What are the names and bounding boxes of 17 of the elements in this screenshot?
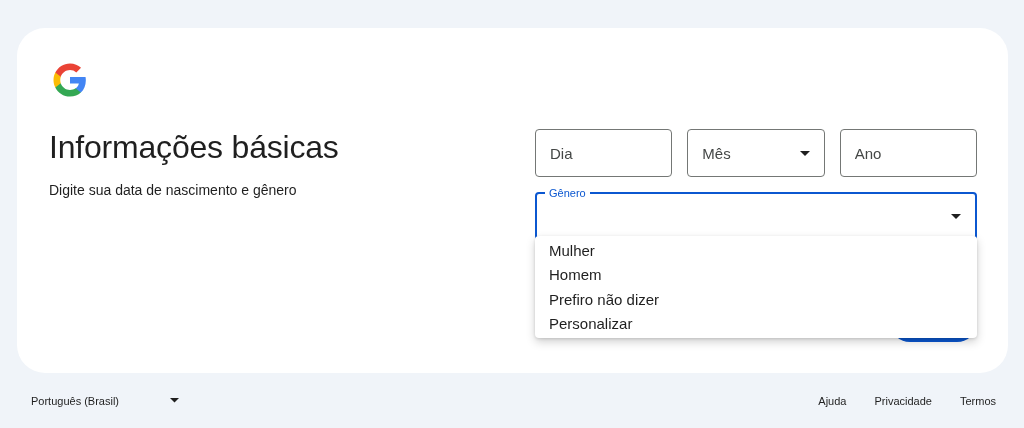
footer-link[interactable]: Ajuda — [818, 394, 847, 407]
page-subtitle: Digite sua data de nascimento e gênero — [49, 182, 298, 198]
menu-item[interactable]: Prefiro não dizer — [535, 287, 977, 312]
caret-icon — [799, 150, 810, 156]
menu-item[interactable]: Homem — [535, 262, 977, 287]
footer-link[interactable]: Termos — [959, 394, 996, 407]
caret-icon — [951, 213, 961, 219]
menu-item[interactable]: Mulher — [535, 238, 977, 263]
caret-icon — [170, 398, 179, 403]
menu-item[interactable]: Personalizar — [535, 311, 977, 336]
page-title: Informações básicas — [49, 129, 340, 166]
logo-icon — [52, 62, 88, 98]
date-input-field[interactable]: Ano — [839, 129, 977, 177]
month-select[interactable]: Mês — [687, 129, 825, 177]
date-input-field[interactable]: Dia — [535, 129, 673, 177]
language-select[interactable]: Português (Brasil) — [31, 394, 179, 407]
footer-link[interactable]: Privacidade — [874, 394, 932, 407]
